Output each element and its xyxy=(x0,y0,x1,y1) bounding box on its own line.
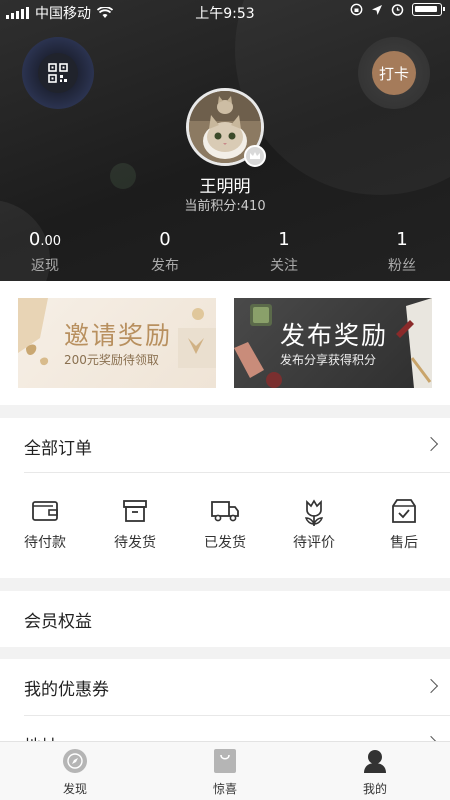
member-benefits-row[interactable]: 会员权益 xyxy=(0,591,450,647)
order-item-label: 待发货 xyxy=(114,535,156,551)
status-bar: 中国移动 上午9:53 xyxy=(0,0,450,24)
tab-surprise[interactable]: 惊喜 xyxy=(185,748,265,797)
my-coupons-title: 我的优惠券 xyxy=(24,680,109,700)
my-coupons-row[interactable]: 我的优惠券 xyxy=(0,659,450,715)
order-pending-payment[interactable]: 待付款 xyxy=(5,498,85,552)
order-after-sales[interactable]: 售后 xyxy=(364,498,444,552)
bottom-tab-bar: 发现 惊喜 我的 xyxy=(0,741,450,800)
truck-icon xyxy=(211,501,239,522)
stat-label: 发布 xyxy=(151,258,179,274)
battery-icon xyxy=(412,3,445,16)
all-orders-title: 全部订单 xyxy=(24,439,92,459)
bag-icon xyxy=(214,749,236,773)
order-pending-review[interactable]: 待评价 xyxy=(274,498,354,552)
stat-value: 0 xyxy=(159,229,171,250)
coupons-section: 我的优惠券 地址 xyxy=(0,659,450,749)
invite-reward-banner[interactable]: 邀请奖励 200元奖励待领取 xyxy=(18,298,216,388)
box-icon xyxy=(123,500,147,522)
order-shipped[interactable]: 已发货 xyxy=(185,498,265,552)
wallet-icon xyxy=(32,501,58,521)
stat-value: 1 xyxy=(278,229,290,250)
order-item-label: 售后 xyxy=(390,535,418,551)
publish-reward-banner[interactable]: 发布奖励 发布分享获得积分 xyxy=(234,298,432,388)
stat-followers[interactable]: 1 粉丝 xyxy=(372,229,432,275)
stat-cashback[interactable]: 0.00 返现 xyxy=(15,229,75,275)
stat-value: 0 xyxy=(28,229,41,250)
compass-icon xyxy=(63,749,87,773)
publish-banner-title: 发布奖励 xyxy=(280,321,389,350)
username: 王明明 xyxy=(199,177,251,197)
divider xyxy=(24,472,450,473)
chevron-right-icon xyxy=(423,436,439,452)
alarm-icon xyxy=(391,4,404,16)
publish-banner-subtitle: 发布分享获得积分 xyxy=(280,353,377,367)
order-item-label: 已发货 xyxy=(204,535,246,551)
profile-header: 中国移动 上午9:53 打卡 王明明 当前积分:410 0.00 返现 0 发布… xyxy=(0,0,450,281)
stat-value: 1 xyxy=(396,229,408,250)
points-label: 当前积分:410 xyxy=(184,199,266,214)
qr-code-button[interactable] xyxy=(22,37,94,109)
qr-code-icon xyxy=(48,63,68,83)
order-item-label: 待付款 xyxy=(24,535,66,551)
stats-row: 0.00 返现 0 发布 1 关注 1 粉丝 xyxy=(0,229,450,279)
stat-label: 粉丝 xyxy=(388,258,416,274)
tab-label: 惊喜 xyxy=(212,782,237,796)
package-check-icon xyxy=(392,499,416,523)
crown-icon xyxy=(250,152,260,159)
member-benefits-title: 会员权益 xyxy=(24,612,92,632)
rotation-lock-icon xyxy=(350,3,363,16)
tab-label: 发现 xyxy=(62,782,87,796)
crown-badge xyxy=(244,145,266,167)
invite-banner-subtitle: 200元奖励待领取 xyxy=(64,353,159,367)
reward-banners: 邀请奖励 200元奖励待领取 发布奖励 发布分享获得积分 xyxy=(0,281,450,405)
stat-published[interactable]: 0 发布 xyxy=(135,229,195,275)
order-item-label: 待评价 xyxy=(293,535,335,551)
stat-following[interactable]: 1 关注 xyxy=(254,229,314,275)
chevron-right-icon xyxy=(423,678,439,694)
tab-discover[interactable]: 发现 xyxy=(35,748,115,797)
stat-label: 返现 xyxy=(31,258,59,274)
invite-banner-title: 邀请奖励 xyxy=(64,321,173,350)
punch-in-label: 打卡 xyxy=(372,51,416,95)
all-orders-row[interactable]: 全部订单 xyxy=(0,418,450,472)
tulip-icon xyxy=(304,499,324,526)
order-pending-shipment[interactable]: 待发货 xyxy=(95,498,175,552)
user-icon xyxy=(364,750,386,773)
punch-in-button[interactable]: 打卡 xyxy=(358,37,430,109)
orders-section: 全部订单 待付款 待发货 已发货 待评价 售后 xyxy=(0,418,450,578)
stat-decimal: .00 xyxy=(40,234,62,249)
location-icon xyxy=(372,4,382,15)
tab-me[interactable]: 我的 xyxy=(335,748,415,797)
stat-label: 关注 xyxy=(270,258,298,274)
tab-label: 我的 xyxy=(362,782,387,796)
